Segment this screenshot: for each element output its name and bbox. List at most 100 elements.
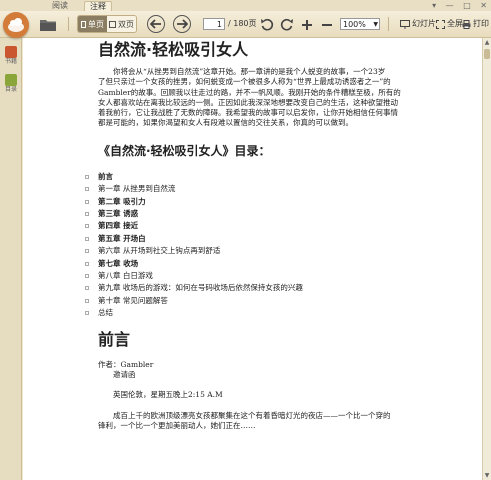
menu-dropdown-icon[interactable]: ▾ [432,1,436,10]
printer-icon [462,19,471,29]
toc-entry[interactable]: 第十章 常见问题解答 [85,295,408,307]
toc-entry[interactable]: 第八章 白日游戏 [85,270,408,282]
close-icon[interactable]: ✕ [480,1,487,10]
toc-entry-label: 第二章 吸引力 [98,196,146,206]
toolbar-divider [388,17,389,31]
intro-line: 女人都喜欢站在离我比较远的一侧。正因如此我深深地想要改变自己的生活，这种欲望推动 [98,97,398,107]
book-icon [5,46,17,58]
toc-icon [5,74,17,86]
single-page-button[interactable]: 单页 [78,16,107,32]
fullscreen-button[interactable]: 全屏 [436,18,463,30]
toc-entry[interactable]: 第六章 从开场到社交上钩点再到舒适 [85,245,408,257]
arrow-left-icon [150,19,161,29]
bullet-icon [85,236,89,241]
zoom-in-button[interactable] [299,15,315,34]
bullet-icon [85,298,89,303]
toc-entry[interactable]: 总结 [85,307,408,319]
print-button[interactable]: 打印 [462,18,489,30]
tab-strip: 阅读 注释 ▾ — □ ✕ [0,0,491,11]
arrow-right-icon [177,19,188,29]
toc-entry[interactable]: 第四章 接近 [85,220,408,232]
scroll-thumb[interactable] [484,49,490,59]
chevron-down-icon: ▼ [373,21,378,28]
toc-entry[interactable]: 第三章 诱惑 [85,208,408,220]
maximize-icon[interactable]: □ [463,1,471,10]
sidebar: 书籍 目录 [0,38,22,480]
toc-entry[interactable]: 第一章 从挫男到自然流 [85,183,408,195]
page-number-input[interactable]: 1 [203,18,225,30]
book-title: 自然流·轻松吸引女人 [98,40,249,59]
toc-entry[interactable]: 第二章 吸引力 [85,196,408,208]
zoom-select[interactable]: 100% ▼ [340,18,380,30]
document-page: 自然流·轻松吸引女人 你将会从“从挫男到自然流”这章开始。那一章讲的是我个人蜕变… [23,38,482,480]
tab-annotate[interactable]: 注释 [84,1,112,11]
bullet-icon [85,311,89,316]
rotate-right-icon [280,18,293,30]
scroll-down-icon[interactable]: ▼ [483,471,491,480]
intro-line: 你将会从“从挫男到自然流”这章开始。那一章讲的是我个人蜕变的故事，一个23岁 [98,67,386,76]
toc-entry-label: 第十章 常见问题解答 [98,295,168,305]
zoom-out-button[interactable] [319,15,335,34]
window-controls: ▾ — □ ✕ [425,0,487,11]
next-page-button[interactable] [173,15,191,33]
fullscreen-icon [436,19,445,29]
folder-icon [40,19,56,31]
intro-line: 着我前行，它让我战胜了无数的障碍。我希望我的故事可以启发你，让你开始相信任何事情 [98,108,398,118]
app-logo[interactable] [3,12,29,38]
bullet-icon [85,286,89,291]
intro-line: 了但只亲过一个女孩的挫男，如何蜕变成一个被很多人称为“世界上最成功诱惑者之一”的 [98,77,391,87]
bullet-icon [85,199,89,204]
toc-entry-label: 总结 [98,308,113,318]
single-page-icon [81,20,86,28]
slideshow-icon [400,19,410,29]
page-mode-toggle: 单页 双页 [77,15,137,33]
toc-entry-label: 第一章 从挫男到自然流 [98,184,176,194]
intro-paragraph: 你将会从“从挫男到自然流”这章开始。那一章讲的是我个人蜕变的故事，一个23岁 了… [98,67,408,129]
table-of-contents: 前言 第一章 从挫男到自然流 第二章 吸引力 第三章 诱惑 第四章 接近 第五章 开场白第… [85,171,408,320]
bullet-icon [85,187,89,192]
scroll-up-icon[interactable]: ▲ [483,38,491,47]
toc-entry[interactable]: 前言 [85,171,408,183]
rotate-left-button[interactable] [259,15,275,34]
double-page-icon [109,20,116,28]
minimize-icon[interactable]: — [446,1,454,10]
total-pages: / 180页 [228,19,257,28]
bullet-icon [85,224,89,229]
bullet-icon [85,261,89,266]
author-line: 作者：Gambler [98,359,154,369]
bullet-icon [85,212,89,216]
rotate-left-icon [261,18,274,30]
sidebar-item-toc[interactable]: 目录 [2,74,20,94]
toc-entry[interactable]: 第九章 收场后的游戏：如何在号码收场后依然保持女孩的兴趣 [85,282,408,294]
toc-entry-label: 第七章 收场 [98,258,139,268]
toc-entry-label: 第九章 收场后的游戏：如何在号码收场后依然保持女孩的兴趣 [98,283,303,293]
toc-entry[interactable]: 第七章 收场 [85,258,408,270]
toolbar-divider [68,17,69,31]
body-paragraph: 成百上千的欧洲顶级漂亮女孩都聚集在这个有着昏暗灯光的夜店——一个比一个穿的 锋利… [98,411,408,432]
sidebar-item-book[interactable]: 书籍 [2,46,20,66]
bullet-icon [85,249,89,254]
toc-entry-label: 第三章 诱惑 [98,209,139,218]
minus-icon [322,23,332,26]
body-line: 锋利，一个比一个更加美丽动人，她们正在…… [98,420,256,430]
toc-heading: 《自然流·轻松吸引女人》目录： [98,143,271,158]
double-page-button[interactable]: 双页 [107,16,136,32]
toc-entry-label: 第八章 白日游戏 [98,271,153,281]
bullet-icon [85,174,89,179]
plus-icon [302,19,312,30]
previous-page-button[interactable] [147,15,165,33]
document-content: 自然流·轻松吸引女人 你将会从“从挫男到自然流”这章开始。那一章讲的是我个人蜕变… [85,38,408,432]
open-folder-button[interactable] [37,15,59,34]
toc-entry[interactable]: 第五章 开场白 [85,233,408,245]
vertical-scrollbar[interactable]: ▲ ▼ [482,38,491,480]
tab-read[interactable]: 阅读 [47,1,73,11]
rotate-right-button[interactable] [279,15,295,34]
intro-line: 都是可能的，如果你渴望和女人有段难以置信的交往关系，你真的可以做到。 [98,118,353,128]
toolbar: 单页 双页 1 / 180页 100% ▼ 幻灯片 全屏 打印 [0,11,491,38]
toc-entry-label: 前言 [98,171,113,181]
slideshow-button[interactable]: 幻灯片 [400,18,436,30]
invitation-line: 邀请函 [98,369,136,379]
time-line: 英国伦敦，星期五晚上2:15 A.M [98,390,223,400]
preface-heading: 前言 [98,329,131,349]
body-line: 成百上千的欧洲顶级漂亮女孩都聚集在这个有着昏暗灯光的夜店——一个比一个穿的 [98,410,391,420]
